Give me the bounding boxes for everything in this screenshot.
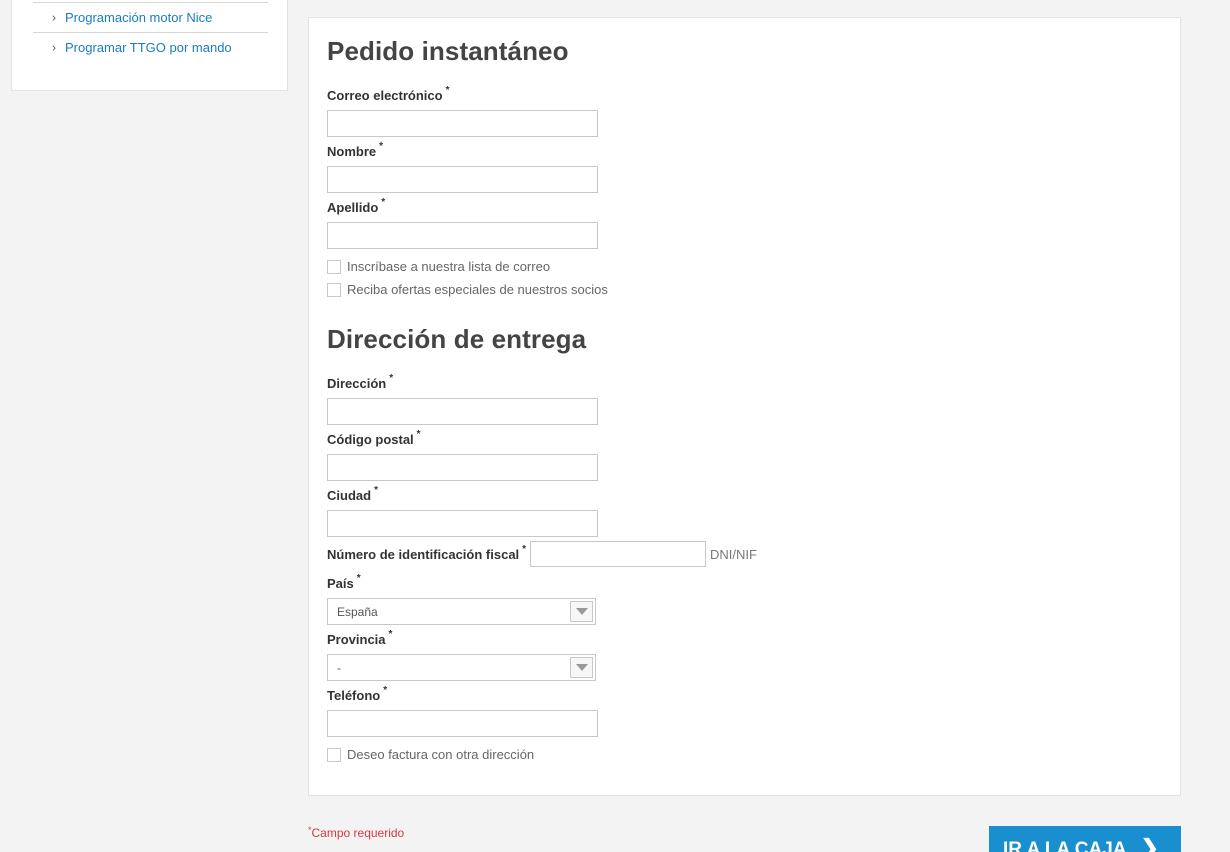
address-label: Dirección * [327,373,394,391]
last-name-label: Apellido * [327,197,386,215]
tax-id-hint: DNI/NIF [710,547,757,562]
partner-offers-checkbox-label: Reciba ofertas especiales de nuestros so… [347,282,608,297]
city-label: Ciudad * [327,485,378,503]
country-label: País * [327,573,361,591]
delivery-section-title: Dirección de entrega [327,324,587,354]
checkout-button[interactable]: IR A LA CAJA ❯ [989,826,1181,852]
newsletter-checkbox-row[interactable]: Inscríbase a nuestra lista de correo [327,259,550,274]
last-name-field[interactable] [327,222,598,249]
first-name-field[interactable] [327,166,598,193]
sidebar-link-programacion-motor-nice[interactable]: › Programación motor Nice [33,2,268,32]
province-selected-value: - [337,660,341,675]
country-select[interactable]: España [327,598,596,625]
chevron-down-icon[interactable] [570,601,593,622]
sidebar-link-label: Programar TTGO por mando [65,40,232,55]
chevron-down-icon[interactable] [570,657,593,678]
newsletter-checkbox[interactable] [327,259,341,274]
email-label: Correo electrónico * [327,85,450,103]
postal-code-label: Código postal * [327,429,421,447]
chevron-right-icon: ❯ [1140,835,1159,852]
phone-field[interactable] [327,710,598,737]
checkout-button-label: IR A LA CAJA [1003,839,1127,852]
order-section-title: Pedido instantáneo [327,36,569,66]
tax-id-label: Número de identificación fiscal * [327,544,527,562]
first-name-label: Nombre * [327,141,384,159]
sidebar-link-label: Programación motor Nice [65,10,213,25]
email-field[interactable] [327,110,598,137]
other-billing-checkbox-label: Deseo factura con otra dirección [347,747,535,762]
required-field-note: *Campo requerido [308,825,405,840]
partner-offers-checkbox-row[interactable]: Reciba ofertas especiales de nuestros so… [327,282,608,297]
other-billing-checkbox[interactable] [327,747,341,762]
tax-id-field[interactable] [530,541,706,567]
partner-offers-checkbox[interactable] [327,282,341,297]
other-billing-checkbox-row[interactable]: Deseo factura con otra dirección [327,747,534,762]
address-field[interactable] [327,398,598,425]
phone-label: Teléfono * [327,685,388,703]
newsletter-checkbox-label: Inscríbase a nuestra lista de correo [347,259,551,274]
sidebar-menu: › Programación motor Nice › Programar TT… [11,0,288,91]
sidebar-link-programar-ttgo[interactable]: › Programar TTGO por mando [33,32,268,62]
checkout-form-panel: Pedido instantáneo Correo electrónico * N… [308,17,1181,796]
chevron-right-icon: › [52,9,56,24]
postal-code-field[interactable] [327,454,598,481]
country-selected-value: España [337,604,378,619]
province-label: Provincia * [327,629,393,647]
province-select[interactable]: - [327,654,596,681]
chevron-right-icon: › [52,39,56,54]
city-field[interactable] [327,510,598,537]
